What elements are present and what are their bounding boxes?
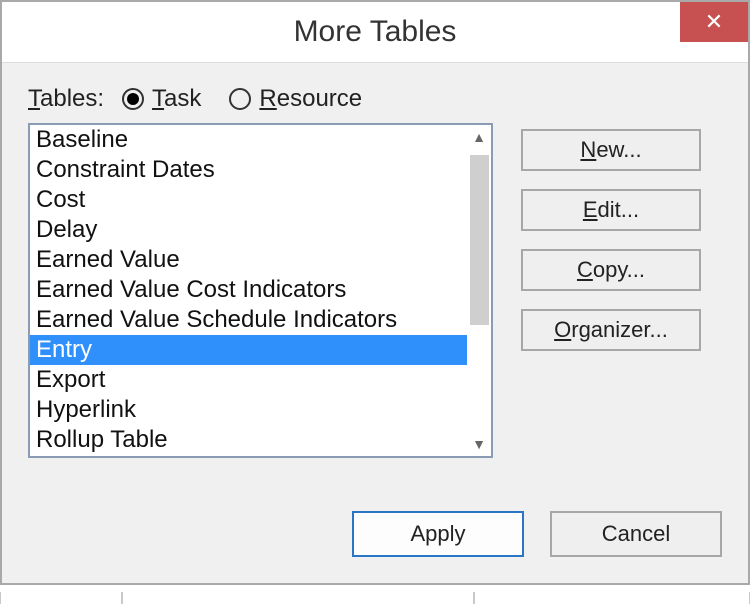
list-item[interactable]: Export [30,365,467,395]
radio-resource-label: Resource [259,85,362,113]
list-item[interactable]: Earned Value Schedule Indicators [30,305,467,335]
list-item[interactable]: Baseline [30,125,467,155]
radio-resource[interactable]: Resource [229,85,362,113]
tab-stub [474,592,750,604]
tables-listbox[interactable]: BaselineConstraint DatesCostDelayEarned … [28,123,493,458]
dialog-title: More Tables [2,2,748,62]
apply-button-label: Apply [410,521,465,547]
tab-stubs [0,592,750,604]
list-item[interactable]: Hyperlink [30,395,467,425]
scroll-thumb[interactable] [470,155,489,325]
radio-icon [229,88,251,110]
organizer-button[interactable]: Organizer... [521,309,701,351]
radio-icon [122,88,144,110]
list-item[interactable]: Entry [30,335,467,365]
list-item[interactable]: Earned Value [30,245,467,275]
apply-button[interactable]: Apply [352,511,524,557]
edit-button[interactable]: Edit... [521,189,701,231]
list-item[interactable]: Cost [30,185,467,215]
radio-task[interactable]: Task [122,85,201,113]
list-item[interactable]: Constraint Dates [30,155,467,185]
edit-button-label: Edit... [583,197,639,223]
list-item[interactable]: Rollup Table [30,425,467,455]
organizer-button-label: Organizer... [554,317,668,343]
copy-button-label: Copy... [577,257,645,283]
tables-label: Tables: [28,85,104,113]
list-item[interactable]: Earned Value Cost Indicators [30,275,467,305]
titlebar: More Tables ✕ [2,2,748,63]
close-button[interactable]: ✕ [680,2,748,42]
new-button-label: New... [580,137,641,163]
cancel-button[interactable]: Cancel [550,511,722,557]
scroll-down-icon[interactable]: ▼ [467,432,491,456]
list-item[interactable]: Delay [30,215,467,245]
filter-row: Tables: Task Resource [28,85,722,113]
scrollbar[interactable]: ▲ ▼ [467,125,491,456]
dialog-body: Tables: Task Resource BaselineConstraint… [2,63,748,458]
radio-task-label: Task [152,85,201,113]
bottom-buttons: Apply Cancel [352,511,722,557]
tab-stub [122,592,474,604]
copy-button[interactable]: Copy... [521,249,701,291]
list-items: BaselineConstraint DatesCostDelayEarned … [30,125,467,456]
cancel-button-label: Cancel [602,521,670,547]
new-button[interactable]: New... [521,129,701,171]
scroll-up-icon[interactable]: ▲ [467,125,491,149]
side-buttons: New... Edit... Copy... Organizer... [521,123,701,351]
dialog-window: More Tables ✕ Tables: Task Resource Base… [0,0,750,585]
tab-stub [0,592,122,604]
close-icon: ✕ [705,9,723,34]
main-row: BaselineConstraint DatesCostDelayEarned … [28,123,722,458]
